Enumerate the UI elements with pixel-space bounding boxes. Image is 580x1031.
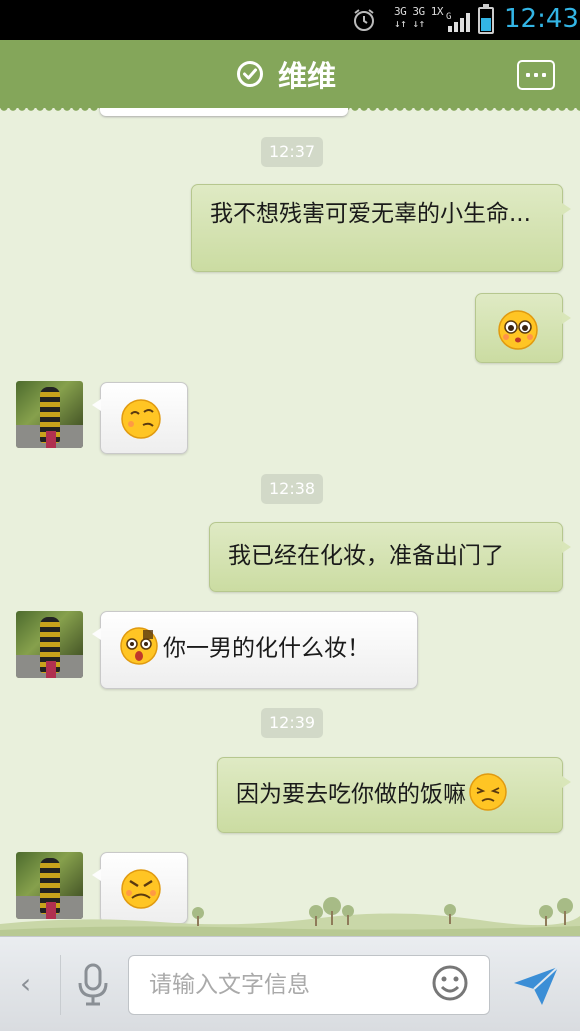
title-bar: 维维 bbox=[0, 40, 580, 114]
chat-area[interactable]: 12:37 我不想残害可爱无辜的小生命... 12:38 我已经在化妆，准备出门… bbox=[0, 108, 580, 936]
check-circle-icon bbox=[237, 61, 263, 87]
network-type-label: G bbox=[446, 12, 451, 22]
pitiful-face-emoji bbox=[498, 310, 538, 350]
message-bubble-outgoing[interactable]: 因为要去吃你做的饭嘛 bbox=[217, 757, 571, 833]
network-indicator: 3G 3G 1X ↓↑ ↓↑ bbox=[394, 5, 443, 30]
input-bar: ‹ 请输入文字信息 bbox=[0, 936, 580, 1031]
send-icon[interactable] bbox=[512, 963, 560, 1007]
signal-icon: G bbox=[446, 12, 470, 32]
message-text: 你一男的化什么妆！ bbox=[163, 635, 370, 662]
message-input-placeholder: 请输入文字信息 bbox=[149, 972, 310, 998]
contact-title[interactable]: 维维 bbox=[236, 56, 337, 93]
avatar[interactable] bbox=[16, 381, 83, 448]
message-bubble-outgoing[interactable]: 我已经在化妆，准备出门了 bbox=[209, 522, 571, 592]
message-bubble-outgoing[interactable]: 我不想残害可爱无辜的小生命... bbox=[191, 184, 571, 272]
blissful-face-emoji bbox=[469, 773, 507, 811]
smiley-icon[interactable] bbox=[430, 963, 470, 1003]
timestamp: 12:38 bbox=[261, 474, 324, 504]
smug-face-emoji bbox=[121, 399, 161, 439]
clock: 12:43 bbox=[504, 4, 579, 34]
message-text: 我不想残害可爱无辜的小生命... bbox=[210, 201, 531, 227]
status-bar: 3G 3G 1X ↓↑ ↓↑ G 12:43 bbox=[0, 0, 580, 40]
battery-icon bbox=[478, 4, 494, 34]
more-button[interactable] bbox=[517, 60, 555, 90]
divider bbox=[60, 955, 61, 1015]
message-bubble-partial bbox=[100, 108, 348, 116]
page-title: 维维 bbox=[278, 59, 337, 93]
microphone-icon[interactable] bbox=[76, 963, 110, 1007]
avatar[interactable] bbox=[16, 611, 83, 678]
timestamp: 12:39 bbox=[261, 708, 324, 738]
message-bubble-outgoing[interactable] bbox=[475, 293, 571, 363]
chevron-left-icon[interactable]: ‹ bbox=[20, 967, 31, 1000]
message-bubble-incoming[interactable]: 你一男的化什么妆！ bbox=[92, 611, 418, 689]
message-bubble-incoming[interactable] bbox=[92, 382, 188, 454]
timestamp: 12:37 bbox=[261, 137, 324, 167]
more-icon bbox=[526, 73, 530, 77]
message-text: 我已经在化妆，准备出门了 bbox=[228, 543, 504, 569]
message-text: 因为要去吃你做的饭嘛 bbox=[236, 781, 466, 808]
alarm-icon bbox=[354, 9, 374, 31]
shocked-face-emoji bbox=[120, 627, 158, 665]
landscape-decoration bbox=[0, 897, 580, 936]
